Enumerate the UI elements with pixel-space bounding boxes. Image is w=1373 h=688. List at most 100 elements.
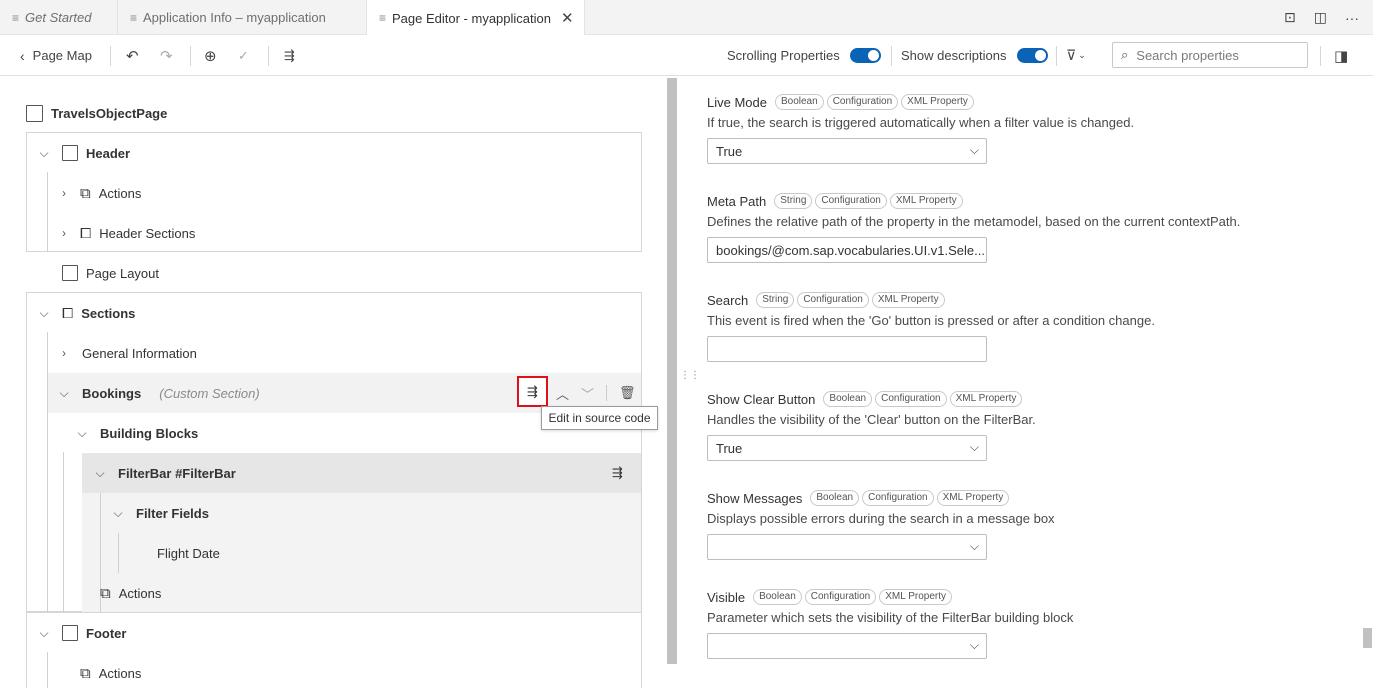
source-badge: XML Property [879,589,953,605]
tree-label: Building Blocks [100,425,199,441]
page-editor-toolbar: ‹ Page Map ↶ ↷ ⊕ ✓ ⇶ Scrolling Propertie… [0,35,1373,76]
live-mode-select[interactable]: True ⌵ [707,138,987,164]
source-code-icon: ⇶ [527,383,538,399]
left-scrollbar-thumb[interactable] [667,78,677,664]
terminal-icon[interactable]: ⊡ [1284,9,1296,26]
property-description: This event is fired when the 'Go' button… [707,313,1155,328]
page-title: TravelsObjectPage [51,105,168,121]
tree-item-filterbar[interactable]: ⌵ FilterBar #FilterBar [92,453,236,493]
chevron-down-icon[interactable]: ⌵ [110,506,126,521]
trash-icon[interactable]: 🗑 [619,385,636,401]
kind-badge: Configuration [815,193,887,209]
tree-label: Actions [98,665,142,681]
right-scrollbar-thumb[interactable] [1363,628,1372,648]
footer-icon [62,625,78,641]
object-page-icon [26,104,43,122]
redo-icon[interactable]: ↷ [160,35,173,76]
more-actions-icon[interactable]: ··· [1345,10,1359,26]
filter-icon[interactable]: ⊽ ⌄ [1066,35,1086,76]
chevron-down-icon[interactable]: ⌵ [74,426,90,441]
property-show-clear-button: Show Clear Button Boolean Configuration … [707,390,1347,461]
chevron-down-icon[interactable]: ⌵ [36,626,52,641]
tree-label: FilterBar #FilterBar [118,465,236,481]
chevron-left-icon: ‹ [20,47,25,64]
tree-label: Flight Date [157,545,220,561]
page-title-row[interactable]: TravelsObjectPage [26,93,167,133]
kind-badge: Configuration [826,94,899,110]
chevron-down-icon[interactable]: ⌵ [56,386,72,401]
type-badge: Boolean [810,490,860,506]
show-clear-button-select[interactable]: True ⌵ [707,435,987,461]
chevron-down-icon[interactable]: ⌵ [36,306,52,321]
undo-icon[interactable]: ↶ [126,35,139,76]
property-search: Search String Configuration XML Property… [707,291,1347,362]
tree-item-bookings[interactable]: ⌵ Bookings (Custom Section) [56,373,260,413]
move-up-icon[interactable]: ︿ [556,384,569,403]
type-badge: String [774,193,813,209]
input-value: bookings/@com.sap.vocabularies.UI.v1.Sel… [716,242,985,258]
tree-item-footer-actions[interactable]: ⧉ Actions [80,653,141,688]
tree-label: Header Sections [99,225,196,241]
show-messages-select[interactable]: ⌵ [707,534,987,560]
split-editor-icon[interactable]: ◫ [1314,9,1327,26]
kind-badge: Configuration [862,490,934,506]
chevron-down-icon: ⌵ [969,539,979,553]
toggle-switch[interactable] [849,48,881,63]
search-input[interactable] [1136,47,1297,63]
header-icon [62,145,78,161]
kind-badge: Configuration [804,589,877,605]
close-icon[interactable]: ✕ [561,9,574,27]
tree-item-header[interactable]: ⌵ Header [36,133,130,173]
property-visible: Visible Boolean Configuration XML Proper… [707,588,1347,659]
tab-application-info[interactable]: ≡ Application Info – myapplication [118,0,367,35]
tree-item-footer[interactable]: ⌵ Footer [36,613,126,653]
drag-handle-icon[interactable]: ⋮⋮ [680,371,700,381]
tree-item-building-blocks[interactable]: ⌵ Building Blocks [74,413,198,453]
check-icon[interactable]: ✓ [238,35,249,76]
tree-item-header-sections[interactable]: › ⧠ Header Sections [56,213,195,253]
puzzle-icon: ⧠ [62,304,74,321]
chevron-right-icon[interactable]: › [56,186,72,200]
chevron-right-icon[interactable]: › [56,226,72,240]
tooltip: Edit in source code [541,406,658,430]
search-properties-box[interactable]: ⌕ [1112,42,1308,68]
search-event-input[interactable] [707,336,987,362]
tree-label: Header [86,145,131,161]
search-icon: ⌕ [1121,47,1129,62]
visible-select[interactable]: ⌵ [707,633,987,659]
tree-item-filterbar-actions[interactable]: ⧉ Actions [100,573,161,613]
puzzle-icon: ⧠ [80,224,92,241]
source-code-icon[interactable]: ⇶ [284,35,295,76]
show-descriptions-label: Show descriptions [901,48,1007,63]
tree-item-filter-fields[interactable]: ⌵ Filter Fields [110,493,209,533]
edit-in-source-button[interactable]: ⇶ [517,376,548,407]
external-link-icon: ⧉ [100,584,111,602]
tree-label: Actions [98,185,142,201]
tab-get-started[interactable]: ≡ Get Started [0,0,118,35]
tree-item-general-information[interactable]: › General Information [56,333,197,373]
filterbar-source-code-icon[interactable]: ⇶ [612,453,623,493]
page-map-back-button[interactable]: ‹ Page Map [20,35,92,76]
chevron-down-icon[interactable]: ⌵ [36,146,52,161]
tree-item-sections[interactable]: ⌵ ⧠ Sections [36,293,135,333]
custom-section-tag: (Custom Section) [159,385,260,401]
chevron-right-icon[interactable]: › [56,346,72,360]
show-descriptions-toggle[interactable]: Show descriptions [901,35,1048,76]
tree-label: Page Layout [86,265,160,281]
tree-item-header-actions[interactable]: › ⧉ Actions [56,173,141,213]
property-description: Handles the visibility of the 'Clear' bu… [707,412,1036,427]
toggle-switch[interactable] [1016,48,1048,63]
toggle-panel-icon[interactable]: ◨ [1334,35,1348,76]
tree-label: Bookings [82,385,142,401]
property-name: Live Mode [707,94,767,110]
document-icon: ≡ [379,11,387,25]
tree-item-flight-date[interactable]: Flight Date [157,533,220,573]
tree-item-page-layout[interactable]: Page Layout [62,253,159,293]
document-icon: ≡ [12,10,20,25]
tab-page-editor[interactable]: ≡ Page Editor - myapplication ✕ [367,0,585,36]
globe-icon[interactable]: ⊕ [204,35,217,76]
move-down-icon[interactable]: ﹀ [581,384,594,403]
chevron-down-icon[interactable]: ⌵ [92,466,108,481]
meta-path-input[interactable]: bookings/@com.sap.vocabularies.UI.v1.Sel… [707,237,987,263]
scrolling-properties-toggle[interactable]: Scrolling Properties [727,35,881,76]
